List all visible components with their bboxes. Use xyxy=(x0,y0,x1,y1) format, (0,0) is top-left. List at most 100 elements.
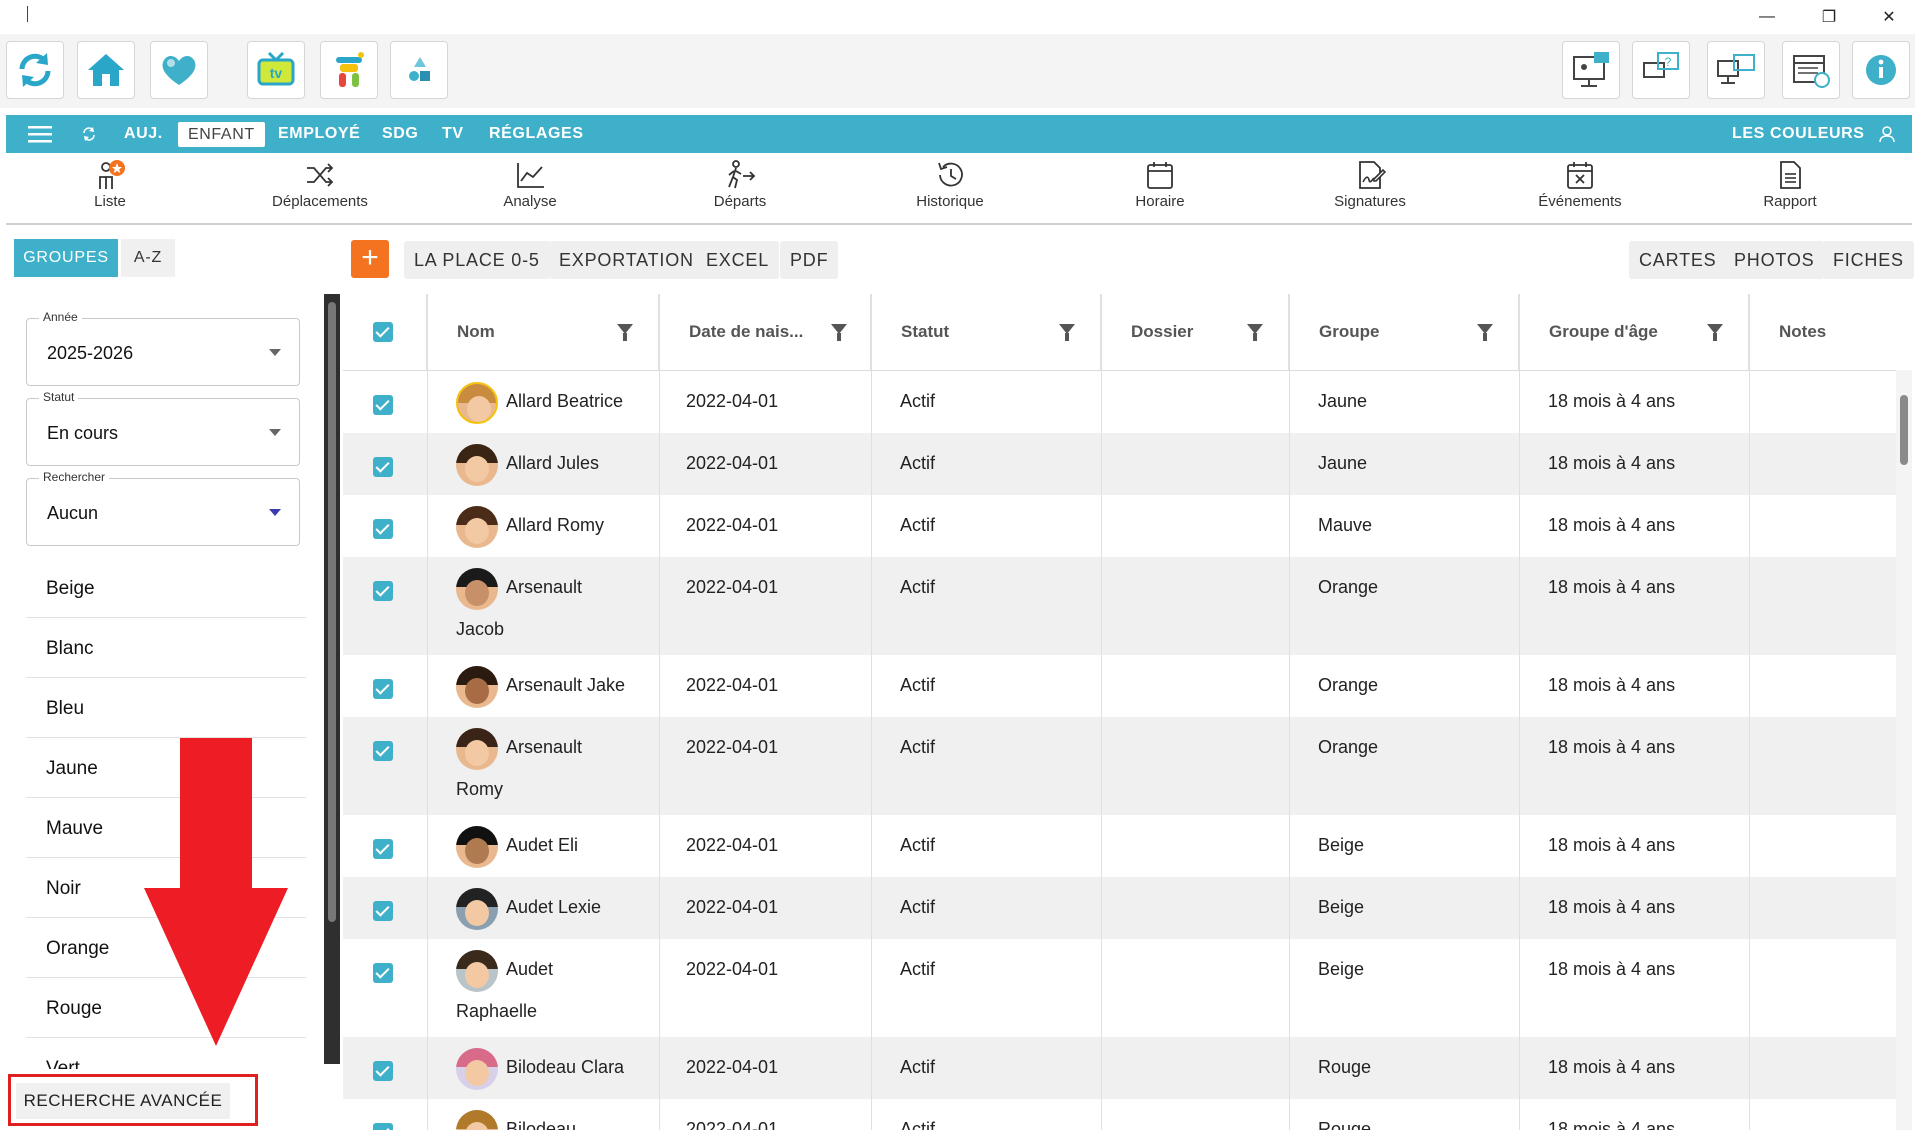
menu-icon[interactable] xyxy=(28,125,52,143)
calendar-icon xyxy=(1147,162,1173,189)
home-button[interactable] xyxy=(77,41,135,99)
table-row[interactable]: Allard Beatrice 2022-04-01 Actif Jaune 1… xyxy=(343,371,1896,433)
nav-tv[interactable]: TV xyxy=(442,115,464,153)
scrollbar-thumb[interactable] xyxy=(328,302,336,922)
restore-button[interactable]: ❐ xyxy=(1814,6,1844,28)
info-button[interactable] xyxy=(1852,41,1910,99)
group-item[interactable]: Blanc xyxy=(26,619,306,678)
excel-button[interactable]: EXCEL xyxy=(696,241,780,279)
select-all-checkbox[interactable] xyxy=(373,322,393,342)
fiches-button[interactable]: FICHES xyxy=(1823,241,1914,279)
child-avatar xyxy=(456,506,498,548)
photos-button[interactable]: PHOTOS xyxy=(1724,241,1825,279)
status: Actif xyxy=(900,835,936,855)
subnav-signatures[interactable]: Signatures xyxy=(1300,159,1440,210)
group-item[interactable]: Beige xyxy=(26,559,306,618)
table-row[interactable]: Arsenault Romy 2022-04-01 Actif Orange 1… xyxy=(343,717,1896,815)
tv-button[interactable]: tv xyxy=(247,41,305,99)
row-checkbox[interactable] xyxy=(373,457,393,477)
table-row[interactable]: Bilodeau 2022-04-01 Actif Rouge 18 mois … xyxy=(343,1099,1896,1130)
row-checkbox[interactable] xyxy=(373,741,393,761)
table-scrollbar-thumb[interactable] xyxy=(1900,395,1908,465)
statut-select[interactable]: Statut En cours xyxy=(26,390,300,466)
sync-monitors-icon xyxy=(1717,54,1755,84)
table-row[interactable]: Bilodeau Clara 2022-04-01 Actif Rouge 18… xyxy=(343,1037,1896,1099)
teacher-monitor-button[interactable] xyxy=(1562,41,1620,99)
exportation-button[interactable]: EXPORTATION xyxy=(549,241,704,279)
filter-icon[interactable] xyxy=(617,324,633,341)
filter-icon[interactable] xyxy=(1477,324,1493,341)
table-scrollbar[interactable] xyxy=(1896,370,1912,1130)
col-notes[interactable]: Notes xyxy=(1749,294,1896,370)
col-groupe[interactable]: Groupe xyxy=(1289,294,1519,370)
subnav-horaire[interactable]: Horaire xyxy=(1090,159,1230,210)
az-tab[interactable]: A-Z xyxy=(121,239,175,277)
group-list-scrollbar[interactable] xyxy=(324,294,340,1064)
cartes-button[interactable]: CARTES xyxy=(1629,241,1727,279)
center-name-label[interactable]: LES COULEURS xyxy=(1732,115,1865,153)
table-row[interactable]: Audet Eli 2022-04-01 Actif Beige 18 mois… xyxy=(343,815,1896,877)
subnav-analyse[interactable]: Analyse xyxy=(460,159,600,210)
child-name: Bilodeau Clara xyxy=(506,1057,625,1077)
table-row[interactable]: Audet Raphaelle 2022-04-01 Actif Beige 1… xyxy=(343,939,1896,1037)
table-row[interactable]: Arsenault Jacob 2022-04-01 Actif Orange … xyxy=(343,557,1896,655)
row-checkbox[interactable] xyxy=(373,963,393,983)
subnav-rapport[interactable]: Rapport xyxy=(1720,159,1860,210)
sync-icon[interactable] xyxy=(81,126,97,142)
col-groupe-age[interactable]: Groupe d'âge xyxy=(1519,294,1749,370)
pdf-button[interactable]: PDF xyxy=(780,241,839,279)
row-checkbox[interactable] xyxy=(373,519,393,539)
table-row[interactable]: Allard Romy 2022-04-01 Actif Mauve 18 mo… xyxy=(343,495,1896,557)
col-dossier[interactable]: Dossier xyxy=(1101,294,1289,370)
calendar-schedule-button[interactable] xyxy=(1782,41,1840,99)
filter-icon[interactable] xyxy=(1247,324,1263,341)
filter-icon[interactable] xyxy=(1707,324,1723,341)
row-checkbox[interactable] xyxy=(373,839,393,859)
user-icon[interactable] xyxy=(1878,125,1896,143)
row-checkbox[interactable] xyxy=(373,1123,393,1130)
rechercher-value: Aucun xyxy=(47,503,99,523)
shapes-button[interactable] xyxy=(390,41,448,99)
age-group: 18 mois à 4 ans xyxy=(1548,835,1676,855)
subnav-historique[interactable]: Historique xyxy=(880,159,1020,210)
group-item[interactable]: Bleu xyxy=(26,679,306,738)
la-place-button[interactable]: LA PLACE 0-5 xyxy=(404,241,550,279)
rechercher-select[interactable]: Rechercher Aucun xyxy=(26,470,300,546)
child-name-line2: Romy xyxy=(456,779,504,799)
row-checkbox[interactable] xyxy=(373,1061,393,1081)
advanced-search-button[interactable]: RECHERCHE AVANCÉE xyxy=(16,1083,230,1119)
nav-enfant[interactable]: ENFANT xyxy=(178,122,265,147)
col-statut[interactable]: Statut xyxy=(871,294,1101,370)
kids-app-button[interactable] xyxy=(320,41,378,99)
subnav-evenements[interactable]: Événements xyxy=(1510,159,1650,210)
filter-icon[interactable] xyxy=(831,324,847,341)
subnav-departs[interactable]: Départs xyxy=(670,159,810,210)
table-row[interactable]: Audet Lexie 2022-04-01 Actif Beige 18 mo… xyxy=(343,877,1896,939)
table-row[interactable]: Arsenault Jake 2022-04-01 Actif Orange 1… xyxy=(343,655,1896,717)
refresh-button[interactable] xyxy=(6,41,64,99)
nav-employe[interactable]: EMPLOYÉ xyxy=(278,115,360,153)
minimize-button[interactable]: — xyxy=(1752,6,1782,28)
sync-monitors-button[interactable] xyxy=(1707,41,1765,99)
col-date[interactable]: Date de nais... xyxy=(659,294,871,370)
subnav-deplacements[interactable]: Déplacements xyxy=(250,159,390,210)
col-nom[interactable]: Nom xyxy=(427,294,659,370)
row-checkbox[interactable] xyxy=(373,395,393,415)
annee-select[interactable]: Année 2025-2026 xyxy=(26,310,300,386)
add-button[interactable]: + xyxy=(351,240,389,278)
heart-logo-button[interactable] xyxy=(150,41,208,99)
row-checkbox[interactable] xyxy=(373,679,393,699)
table-row[interactable]: Allard Jules 2022-04-01 Actif Jaune 18 m… xyxy=(343,433,1896,495)
nav-sdg[interactable]: SDG xyxy=(382,115,418,153)
nav-auj[interactable]: AUJ. xyxy=(124,115,163,153)
nav-reglages[interactable]: RÉGLAGES xyxy=(489,115,584,153)
row-checkbox[interactable] xyxy=(373,581,393,601)
child-avatar xyxy=(456,666,498,708)
help-chat-button[interactable]: ? xyxy=(1632,41,1690,99)
groupes-tab[interactable]: GROUPES xyxy=(14,239,118,277)
filter-icon[interactable] xyxy=(1059,324,1075,341)
close-button[interactable]: ✕ xyxy=(1874,6,1904,28)
subnav-liste[interactable]: Liste xyxy=(40,159,180,210)
row-checkbox[interactable] xyxy=(373,901,393,921)
col-groupe-label: Groupe xyxy=(1319,322,1380,341)
